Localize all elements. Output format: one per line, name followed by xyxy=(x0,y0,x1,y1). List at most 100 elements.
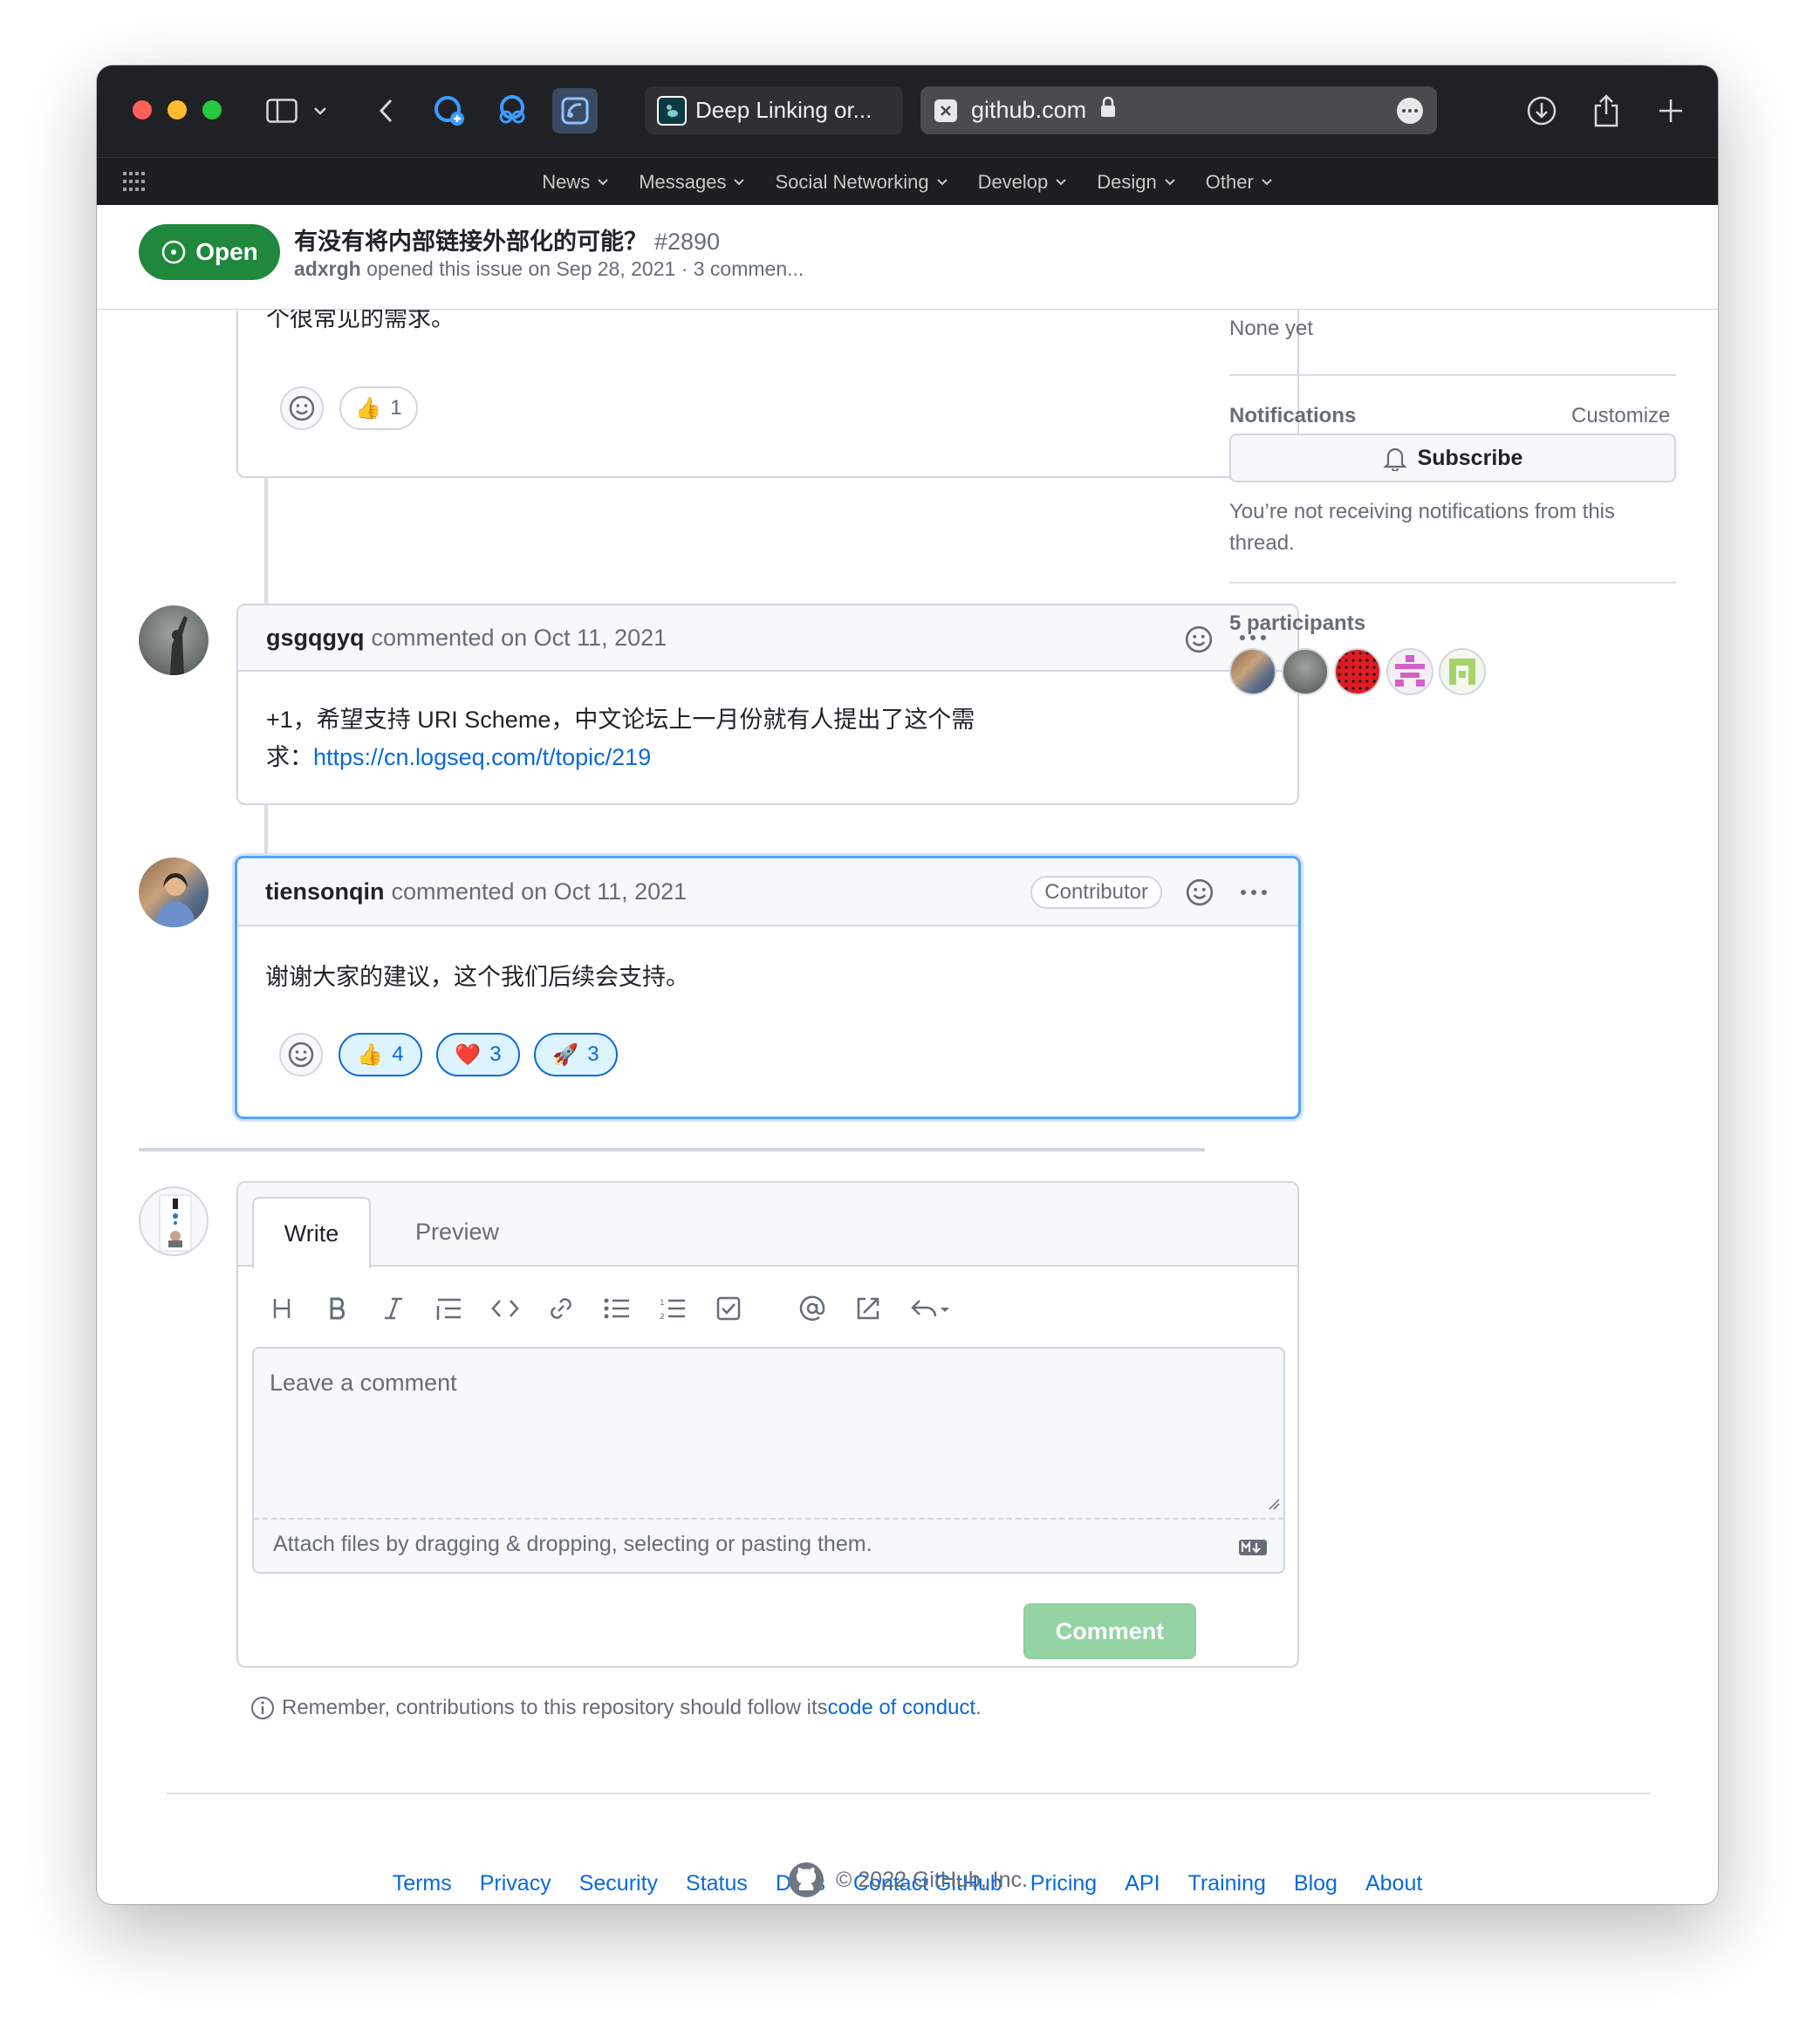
issue-opened-icon xyxy=(161,240,186,264)
sidebar-toggle-icon[interactable] xyxy=(263,90,301,132)
tab-deep-linking[interactable]: Deep Linking or... xyxy=(645,86,903,134)
tab-preview[interactable]: Preview xyxy=(392,1197,523,1267)
saved-replies-icon[interactable] xyxy=(907,1291,955,1326)
comment-placeholder: Leave a comment xyxy=(270,1370,457,1396)
unordered-list-icon[interactable] xyxy=(599,1291,634,1326)
footer-copyright: © 2022 GitHub, Inc. xyxy=(97,1861,1718,1899)
attach-files-hint[interactable]: Attach files by dragging & dropping, sel… xyxy=(273,1532,872,1557)
mention-icon[interactable] xyxy=(795,1291,830,1326)
favorite-other[interactable]: Other xyxy=(1206,171,1273,194)
participant-avatar[interactable] xyxy=(1386,648,1433,695)
svg-text:2: 2 xyxy=(660,1313,665,1320)
italic-icon[interactable] xyxy=(376,1291,411,1326)
close-tab-icon[interactable] xyxy=(934,99,957,122)
add-reaction-button[interactable] xyxy=(279,1033,323,1076)
bell-icon xyxy=(1382,448,1407,471)
favorite-messages[interactable]: Messages xyxy=(639,171,745,194)
participants-heading: 5 participants xyxy=(1229,611,1366,635)
comment-card-gsgqgyq: gsgqgyq commented on Oct 11, 2021 +1，希望支… xyxy=(236,604,1299,805)
extension-icon-1[interactable] xyxy=(428,90,470,132)
tab-write[interactable]: Write xyxy=(252,1197,371,1268)
notification-status-line: thread. xyxy=(1229,531,1295,555)
conduct-text: Remember, contributions to this reposito… xyxy=(282,1696,828,1719)
participant-avatar[interactable] xyxy=(1334,648,1381,695)
comment-card-tiensonqin: tiensonqin commented on Oct 11, 2021 Con… xyxy=(235,856,1301,1119)
markdown-icon[interactable] xyxy=(1238,1539,1268,1561)
extension-icon-3[interactable] xyxy=(552,88,598,133)
customize-link[interactable]: Customize xyxy=(1571,404,1670,428)
comment-author-link[interactable]: gsgqgyq xyxy=(266,625,365,652)
reaction-thumbs-up[interactable]: 👍 4 xyxy=(339,1033,422,1076)
chevron-down-icon[interactable] xyxy=(310,90,331,132)
address-bar[interactable]: github.com xyxy=(920,86,1437,134)
favorite-develop[interactable]: Develop xyxy=(978,171,1068,194)
task-list-icon[interactable] xyxy=(711,1291,746,1326)
issue-state-label: Open xyxy=(195,238,258,265)
favorites-bar: News Messages Social Networking Develop … xyxy=(97,157,1718,205)
comment-timestamp[interactable]: commented on Oct 11, 2021 xyxy=(372,625,667,652)
notification-status-text: You’re not receiving notifications from … xyxy=(1229,496,1615,559)
info-icon xyxy=(251,1697,274,1719)
comment-author-link[interactable]: tiensonqin xyxy=(265,878,385,905)
zoom-window-button[interactable] xyxy=(202,100,222,120)
avatar-gsgqgyq[interactable] xyxy=(139,605,209,675)
notifications-heading: Notifications xyxy=(1229,404,1357,427)
subscribe-button[interactable]: Subscribe xyxy=(1229,434,1676,482)
participant-avatar[interactable] xyxy=(1282,648,1329,695)
cross-reference-icon[interactable] xyxy=(851,1291,886,1326)
downloads-icon[interactable] xyxy=(1522,90,1561,132)
comment-body-line: 求：https://cn.logseq.com/t/topic/219 xyxy=(266,739,975,776)
page-menu-icon[interactable] xyxy=(1397,98,1423,124)
code-of-conduct-link[interactable]: code of conduct xyxy=(828,1696,975,1720)
add-reaction-icon[interactable] xyxy=(1185,878,1214,913)
avatar-current-user[interactable] xyxy=(139,1186,209,1256)
comment-timestamp[interactable]: commented on Oct 11, 2021 xyxy=(392,878,688,905)
contributor-badge: Contributor xyxy=(1030,876,1162,909)
favorite-label: Develop xyxy=(977,170,1049,193)
add-reaction-icon[interactable] xyxy=(1184,625,1214,660)
comment-textarea[interactable]: Leave a comment xyxy=(254,1349,1283,1520)
reaction-heart[interactable]: ❤️ 3 xyxy=(436,1033,520,1076)
comment-body: +1，希望支持 URI Scheme，中文论坛上一月份就有人提出了这个需 求：h… xyxy=(266,701,975,776)
ordered-list-icon[interactable]: 12 xyxy=(655,1291,690,1326)
close-window-button[interactable] xyxy=(133,100,152,120)
bold-icon[interactable] xyxy=(320,1291,355,1326)
back-icon[interactable] xyxy=(373,90,399,132)
reaction-count: 3 xyxy=(587,1042,599,1066)
resize-handle-icon[interactable] xyxy=(1268,1498,1280,1514)
favorite-news[interactable]: News xyxy=(542,171,609,194)
reaction-count: 3 xyxy=(489,1042,502,1066)
comment-submit-button[interactable]: Comment xyxy=(1023,1603,1196,1659)
quote-icon[interactable] xyxy=(432,1291,467,1326)
code-icon[interactable] xyxy=(488,1291,523,1326)
favorite-social-networking[interactable]: Social Networking xyxy=(775,171,948,194)
share-icon[interactable] xyxy=(1587,90,1625,132)
participant-avatar[interactable] xyxy=(1229,648,1276,695)
chevron-down-icon xyxy=(936,179,948,186)
add-reaction-button[interactable] xyxy=(280,386,324,430)
reaction-count: 4 xyxy=(392,1042,404,1066)
issue-author-link[interactable]: adxrgh xyxy=(294,257,361,280)
issue-sticky-header: Open 有没有将内部链接外部化的可能？ #2890 adxrgh opened … xyxy=(97,205,1718,310)
kebab-menu-icon[interactable] xyxy=(1241,890,1267,895)
browser-toolbar: Deep Linking or... github.com xyxy=(97,65,1718,157)
favorite-design[interactable]: Design xyxy=(1097,171,1175,194)
reaction-count: 1 xyxy=(390,396,402,420)
participant-avatar[interactable] xyxy=(1439,648,1486,695)
comment-body-line: +1，希望支持 URI Scheme，中文论坛上一月份就有人提出了这个需 xyxy=(266,707,975,733)
heading-icon[interactable] xyxy=(264,1291,299,1326)
notification-status-line: You’re not receiving notifications from … xyxy=(1229,500,1616,523)
reaction-thumbs-up[interactable]: 👍 1 xyxy=(339,386,418,430)
github-logo-icon[interactable] xyxy=(787,1861,825,1899)
timeline-divider xyxy=(139,1148,1205,1151)
avatar-tiensonqin[interactable] xyxy=(139,857,209,927)
comment-link[interactable]: https://cn.logseq.com/t/topic/219 xyxy=(313,744,651,770)
participants-list xyxy=(1229,648,1486,695)
comment-header: gsgqgyq commented on Oct 11, 2021 xyxy=(238,605,1297,672)
reaction-emoji: 🚀 xyxy=(552,1042,579,1067)
extension-icon-2[interactable] xyxy=(491,90,533,132)
new-tab-icon[interactable] xyxy=(1652,90,1690,132)
minimize-window-button[interactable] xyxy=(168,100,187,120)
reaction-rocket[interactable]: 🚀 3 xyxy=(534,1033,618,1076)
link-icon[interactable] xyxy=(544,1291,578,1326)
